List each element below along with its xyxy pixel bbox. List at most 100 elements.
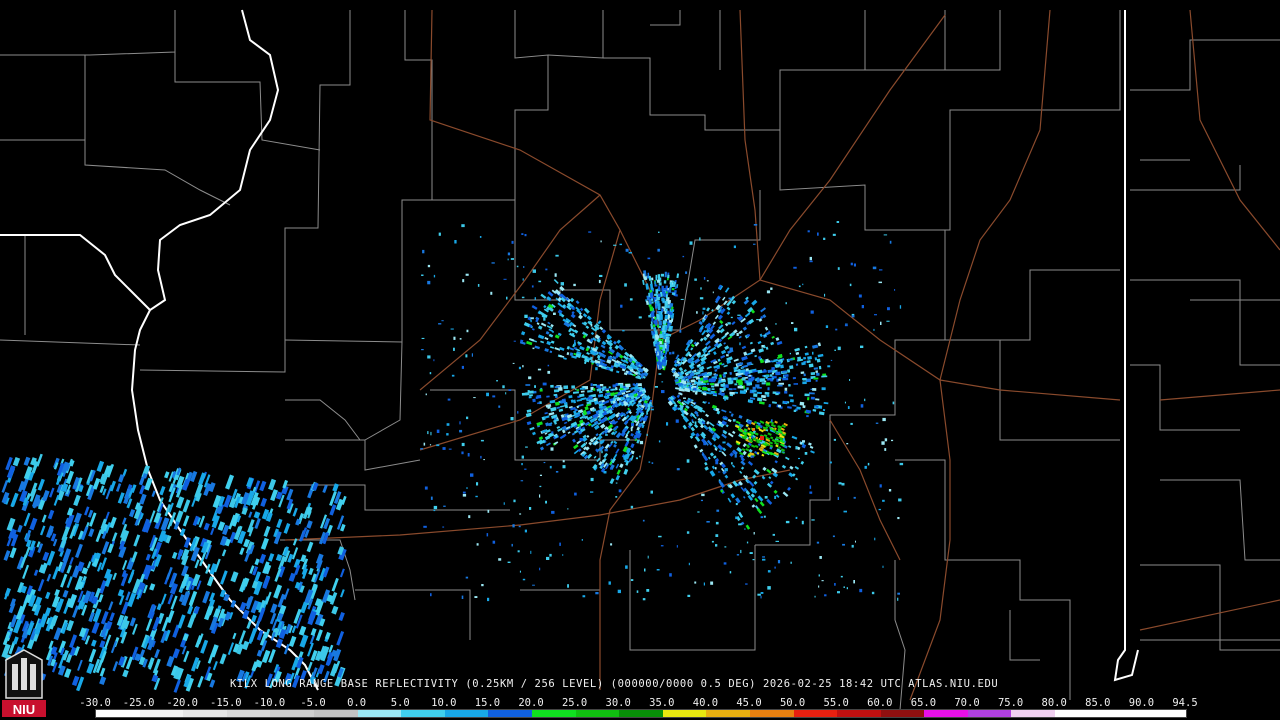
echo-pixel [650,292,654,296]
echo-pixel [707,456,711,460]
echo-pixel [430,431,432,436]
echo-pixel [524,529,527,533]
echo-pixel [771,419,773,423]
echo-pixel [129,508,136,518]
echo-pixel [888,489,892,492]
echo-pixel [791,435,798,440]
echo-pixel [744,312,751,318]
echo-pixel [534,385,536,388]
echo-pixel [553,312,556,315]
echo-pixel [624,349,626,351]
niu-logo: NIU [2,649,46,717]
echo-pixel [793,409,797,412]
echo-pixel [545,331,550,335]
echo-pixel [131,551,138,563]
echo-pixel [551,510,555,514]
echo-pixel [667,305,670,308]
echo-pixel [762,466,767,471]
echo-pixel [474,596,478,598]
echo-pixel [728,411,732,414]
echo-pixel [563,357,567,360]
echo-pixel [760,436,764,440]
echo-pixel [815,398,820,401]
echo-pixel [528,396,532,399]
echo-pixel [685,271,688,274]
echo-pixel [202,590,211,604]
echo-pixel [804,393,810,397]
echo-pixel [544,348,549,353]
echo-pixel [766,290,771,294]
echo-pixel [741,345,747,350]
echo-pixel [424,486,428,490]
echo-pixel [897,597,899,601]
echo-pixel [702,307,706,310]
echo-pixel [610,543,613,546]
echo-pixel [718,380,722,383]
echo-pixel [531,285,534,288]
echo-pixel [665,333,670,337]
echo-pixel [568,395,573,399]
echo-pixel [429,444,432,446]
colorbar-tick-label: 90.0 [1128,697,1155,709]
echo-pixel [770,436,774,440]
echo-pixel [666,342,669,346]
echo-pixel [715,521,719,525]
echo-pixel [260,497,268,507]
echo-pixel [543,415,550,419]
echo-pixel [613,443,617,448]
echo-pixel [73,512,82,524]
echo-pixel [614,431,616,433]
colorbar-tick-label: -5.0 [300,697,326,709]
echo-pixel [139,493,147,505]
echo-pixel [721,392,725,396]
echo-pixel [768,330,770,333]
echo-pixel [579,393,585,398]
echo-pixel [837,346,841,351]
echo-pixel [574,339,576,343]
colorbar-tick-label: 25.0 [561,697,588,709]
echo-pixel [638,316,642,319]
echo-pixel [573,399,577,404]
echo-pixel [765,346,769,350]
echo-pixel [731,321,736,326]
echo-pixel [664,314,668,320]
echo-pixel [41,514,47,523]
echo-pixel [654,386,658,388]
echo-pixel [718,450,722,452]
echo-pixel [651,301,654,304]
echo-pixel [678,388,685,392]
echo-pixel [703,582,705,586]
echo-pixel [750,348,756,353]
echo-pixel [679,399,681,401]
echo-pixel [526,340,533,346]
echo-pixel [532,269,536,273]
echo-pixel [650,406,654,408]
echo-pixel [647,257,651,260]
echo-pixel [821,387,826,391]
echo-pixel [586,434,590,438]
echo-pixel [41,490,50,502]
colorbar-tick-label: -30.0 [79,697,111,709]
echo-pixel [585,325,590,329]
echo-pixel [761,382,766,385]
echo-pixel [29,517,38,531]
echo-pixel [615,474,620,481]
echo-pixel [818,574,820,577]
echo-pixel [46,573,52,582]
echo-pixel [262,576,271,589]
echo-pixel [850,262,853,266]
echo-pixel [609,478,615,485]
echo-pixel [846,443,849,445]
echo-pixel [446,423,450,426]
echo-pixel [518,525,521,528]
echo-pixel [731,462,733,465]
echo-pixel [804,452,808,455]
echo-pixel [524,234,527,237]
echo-pixel [697,389,702,393]
echo-pixel [816,541,820,544]
echo-pixel [780,448,786,452]
echo-pixel [109,612,115,622]
echo-pixel [324,631,331,640]
echo-pixel [507,252,511,256]
echo-pixel [680,387,682,389]
